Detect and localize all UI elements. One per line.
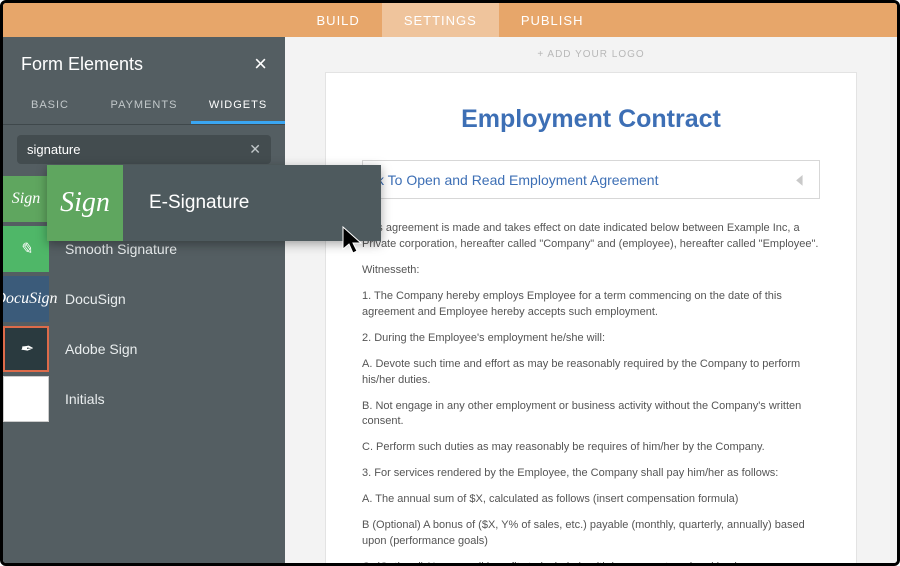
nav-publish[interactable]: PUBLISH (499, 3, 606, 37)
drag-preview-label: E-Signature (123, 192, 249, 214)
drag-preview[interactable]: Sign E-Signature (47, 165, 381, 241)
add-logo-button[interactable]: + ADD YOUR LOGO (285, 37, 897, 72)
doc-paragraph: C. Perform such duties as may reasonably… (362, 440, 820, 456)
doc-paragraph: This agreement is made and takes effect … (362, 221, 820, 253)
tab-basic[interactable]: BASIC (3, 87, 97, 124)
form-document: Employment Contract k To Open and Read E… (325, 72, 857, 563)
close-icon[interactable]: × (254, 51, 267, 77)
doc-paragraph: 1. The Company hereby employs Employee f… (362, 289, 820, 321)
doc-paragraph: A. Devote such time and effort as may be… (362, 357, 820, 389)
doc-paragraph: B (Optional) A bonus of ($X, Y% of sales… (362, 518, 820, 550)
initials-icon: BJ (3, 376, 49, 422)
search-input[interactable] (27, 142, 249, 157)
doc-paragraph: C. (Optional) Non-payroll benefits to in… (362, 560, 820, 563)
adobe-sign-icon: ✒ (3, 326, 49, 372)
top-nav: BUILD SETTINGS PUBLISH (3, 3, 897, 37)
widget-label: DocuSign (49, 291, 126, 307)
open-bar-label: k To Open and Read Employment Agreement (377, 172, 658, 188)
search-input-wrap: ✕ (17, 135, 271, 164)
doc-paragraph: 2. During the Employee's employment he/s… (362, 331, 820, 347)
clear-search-icon[interactable]: ✕ (249, 141, 261, 158)
doc-paragraph: B. Not engage in any other employment or… (362, 399, 820, 431)
widget-adobe-sign[interactable]: ✒ Adobe Sign (3, 324, 285, 374)
doc-paragraph: A. The annual sum of $X, calculated as f… (362, 492, 820, 508)
widget-label: Adobe Sign (49, 341, 137, 357)
panel-title: Form Elements (21, 54, 143, 75)
doc-paragraph: Witnesseth: (362, 263, 820, 279)
tab-widgets[interactable]: WIDGETS (191, 87, 285, 124)
tab-payments[interactable]: PAYMENTS (97, 87, 191, 124)
widget-label: Smooth Signature (49, 241, 177, 257)
form-elements-panel: Form Elements × BASIC PAYMENTS WIDGETS ✕… (3, 37, 285, 563)
canvas: + ADD YOUR LOGO Employment Contract k To… (285, 37, 897, 563)
e-signature-icon: Sign (3, 176, 49, 222)
e-signature-icon: Sign (47, 165, 123, 241)
chevron-left-icon: ◀ (796, 171, 802, 188)
panel-tabs: BASIC PAYMENTS WIDGETS (3, 87, 285, 125)
page-title: Employment Contract (362, 105, 820, 134)
widget-label: Initials (49, 391, 105, 407)
open-agreement-bar[interactable]: k To Open and Read Employment Agreement … (362, 160, 820, 199)
doc-paragraph: 3. For services rendered by the Employee… (362, 466, 820, 482)
smooth-signature-icon: ✎ (3, 226, 49, 272)
docusign-icon: DocuSign (3, 276, 49, 322)
nav-settings[interactable]: SETTINGS (382, 3, 499, 37)
widget-initials[interactable]: BJ Initials (3, 374, 285, 424)
nav-build[interactable]: BUILD (295, 3, 382, 37)
widget-docusign[interactable]: DocuSign DocuSign (3, 274, 285, 324)
